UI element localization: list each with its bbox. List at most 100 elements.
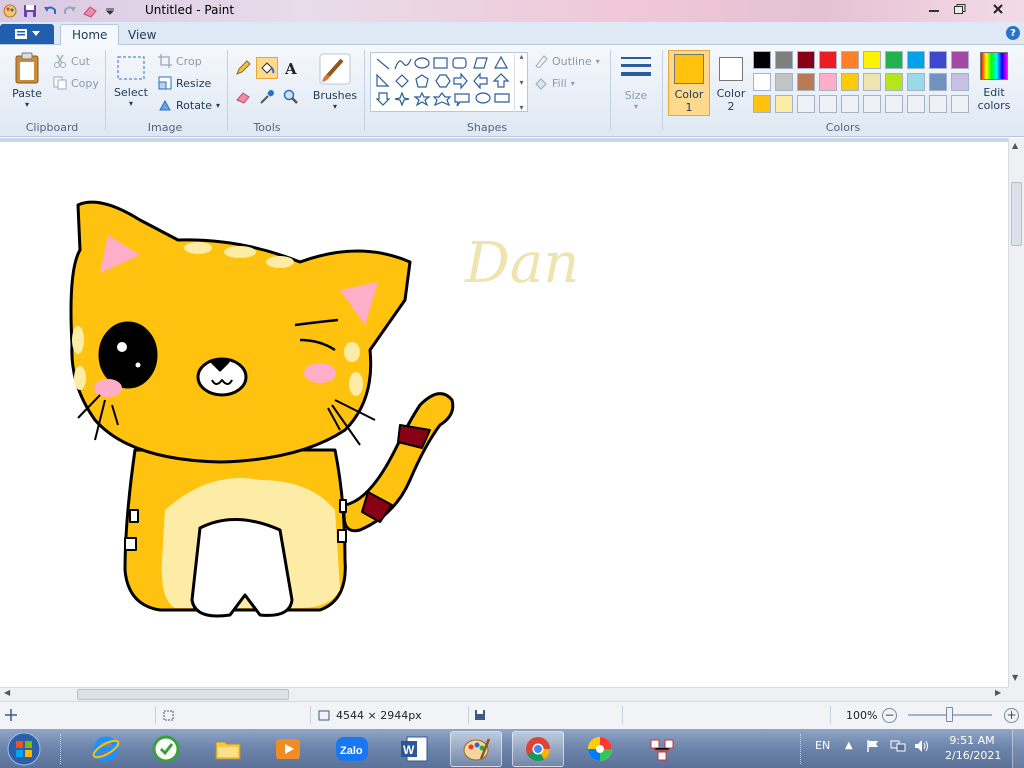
save-icon[interactable]	[22, 3, 38, 19]
volume-icon[interactable]	[914, 739, 930, 756]
taskbar-network-tool[interactable]	[636, 731, 688, 767]
palette-swatch[interactable]	[907, 51, 925, 69]
palette-swatch[interactable]	[907, 95, 925, 113]
close-icon[interactable]	[984, 0, 1012, 18]
tab-home[interactable]: Home	[60, 24, 120, 45]
fill-dropdown-icon[interactable]: ▾	[571, 79, 575, 88]
palette-swatch[interactable]	[929, 51, 947, 69]
minimize-icon[interactable]	[920, 0, 948, 18]
scroll-up-arrow-icon[interactable]: ▲	[1012, 141, 1018, 150]
palette-swatch[interactable]	[841, 73, 859, 91]
scroll-left-arrow-icon[interactable]: ◀	[4, 688, 10, 697]
taskbar-color-picker[interactable]	[574, 731, 626, 767]
vertical-scroll-thumb[interactable]	[1011, 182, 1022, 246]
taskbar-paint[interactable]	[450, 731, 502, 767]
magnifier-button[interactable]	[280, 86, 302, 108]
palette-swatch[interactable]	[863, 73, 881, 91]
edit-colors-button[interactable]: Edit colors	[976, 52, 1012, 116]
palette-swatch[interactable]	[841, 95, 859, 113]
paste-button[interactable]: Paste ▾	[10, 52, 44, 112]
palette-swatch[interactable]	[797, 95, 815, 113]
shapes-gallery[interactable]	[370, 52, 528, 112]
palette-swatch[interactable]	[885, 73, 903, 91]
show-hidden-icons-button[interactable]: ▲	[845, 740, 853, 751]
network-icon[interactable]	[890, 739, 906, 756]
palette-swatch[interactable]	[951, 95, 969, 113]
text-tool-button[interactable]: A	[280, 57, 302, 79]
fill-button[interactable]: Fill ▾	[534, 74, 575, 92]
scroll-down-icon[interactable]: ▾	[519, 78, 523, 87]
brushes-dropdown-icon[interactable]: ▾	[312, 102, 358, 111]
vertical-scrollbar[interactable]: ▲ ▼	[1008, 138, 1024, 687]
paint-app-icon[interactable]	[2, 3, 18, 19]
zoom-out-button[interactable]: −	[882, 708, 897, 723]
palette-swatch[interactable]	[819, 73, 837, 91]
taskbar-word[interactable]: W	[388, 731, 440, 767]
taskbar-clock[interactable]: 9:51 AM 2/16/2021	[945, 733, 1001, 763]
palette-swatch[interactable]	[775, 73, 793, 91]
color1-button[interactable]: Color 1	[668, 50, 710, 116]
resize-button[interactable]: Resize	[158, 74, 211, 92]
drawing-canvas[interactable]: Dan	[0, 142, 1008, 687]
palette-swatch[interactable]	[907, 73, 925, 91]
shapes-scroll[interactable]: ▴ ▾ ▾	[514, 52, 528, 112]
cut-button[interactable]: Cut	[53, 52, 90, 70]
palette-swatch[interactable]	[797, 51, 815, 69]
zoom-in-button[interactable]: +	[1004, 708, 1019, 723]
taskbar-zalo[interactable]: Zalo	[326, 731, 378, 767]
size-dropdown-icon[interactable]: ▾	[617, 102, 655, 111]
horizontal-scroll-thumb[interactable]	[77, 689, 289, 700]
copy-button[interactable]: Copy	[53, 74, 99, 92]
help-icon[interactable]: ?	[1006, 26, 1020, 40]
palette-swatch[interactable]	[775, 51, 793, 69]
customize-dropdown-icon[interactable]	[102, 3, 118, 19]
palette-swatch[interactable]	[753, 95, 771, 113]
start-button[interactable]	[4, 730, 44, 768]
scroll-right-arrow-icon[interactable]: ▶	[995, 688, 1001, 697]
palette-swatch[interactable]	[753, 51, 771, 69]
palette-swatch[interactable]	[819, 51, 837, 69]
palette-swatch[interactable]	[951, 73, 969, 91]
file-menu-button[interactable]	[0, 24, 54, 44]
palette-swatch[interactable]	[797, 73, 815, 91]
select-dropdown-icon[interactable]: ▾	[113, 99, 149, 108]
palette-swatch[interactable]	[885, 95, 903, 113]
taskbar-media-player[interactable]	[262, 731, 314, 767]
outline-button[interactable]: Outline ▾	[534, 52, 600, 70]
eraser-tool-button[interactable]	[232, 86, 254, 108]
palette-swatch[interactable]	[885, 51, 903, 69]
action-center-flag-icon[interactable]	[866, 739, 880, 756]
palette-swatch[interactable]	[929, 95, 947, 113]
zoom-slider-thumb[interactable]	[946, 707, 953, 722]
expand-gallery-icon[interactable]: ▾	[519, 103, 523, 112]
select-button[interactable]: Select ▾	[113, 55, 149, 113]
scroll-up-icon[interactable]: ▴	[519, 52, 523, 61]
size-button[interactable]: Size ▾	[617, 52, 655, 114]
horizontal-scrollbar[interactable]: ◀ ▶	[0, 687, 1008, 701]
palette-swatch[interactable]	[753, 73, 771, 91]
redo-icon[interactable]	[62, 3, 78, 19]
eraser-icon[interactable]	[82, 3, 98, 19]
brushes-button[interactable]: Brushes ▾	[312, 52, 358, 114]
palette-swatch[interactable]	[841, 51, 859, 69]
paste-dropdown-icon[interactable]: ▾	[10, 100, 44, 109]
palette-swatch[interactable]	[863, 51, 881, 69]
palette-swatch[interactable]	[929, 73, 947, 91]
maximize-icon[interactable]	[946, 0, 974, 18]
palette-swatch[interactable]	[951, 51, 969, 69]
color2-button[interactable]: Color 2	[713, 50, 749, 116]
outline-dropdown-icon[interactable]: ▾	[596, 57, 600, 66]
palette-swatch[interactable]	[863, 95, 881, 113]
taskbar-ccleaner[interactable]	[140, 731, 192, 767]
tab-view[interactable]: View	[117, 24, 167, 45]
language-indicator[interactable]: EN	[815, 739, 830, 752]
palette-swatch[interactable]	[819, 95, 837, 113]
fill-tool-button[interactable]	[256, 57, 278, 79]
palette-swatch[interactable]	[775, 95, 793, 113]
undo-icon[interactable]	[42, 3, 58, 19]
pencil-tool-button[interactable]	[232, 57, 254, 79]
rotate-dropdown-icon[interactable]: ▾	[216, 101, 220, 110]
taskbar-internet-explorer[interactable]	[80, 731, 132, 767]
crop-button[interactable]: Crop	[158, 52, 202, 70]
taskbar-file-explorer[interactable]	[202, 731, 254, 767]
